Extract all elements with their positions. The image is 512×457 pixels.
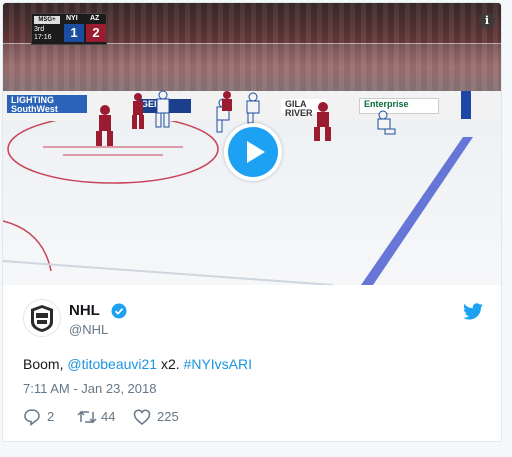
home-score: 1 xyxy=(64,24,84,42)
player-nyi-4 xyxy=(377,110,396,135)
retweet-icon xyxy=(77,410,97,424)
hashtag-link[interactable]: #NYIvsARI xyxy=(184,356,252,372)
player-az-4 xyxy=(314,102,331,141)
player-az-3 xyxy=(222,91,232,111)
period: 3rd xyxy=(34,26,45,33)
game-clock: 3rd 17:16 xyxy=(34,26,62,42)
user-handle[interactable]: @NHL xyxy=(69,322,108,337)
tweet-actions: 2 44 225 xyxy=(23,407,323,427)
embedded-tweet-card[interactable]: LIGHTING SouthWest GEICO GILA RIVER Ente… xyxy=(2,2,502,442)
display-name[interactable]: NHL xyxy=(69,302,100,319)
time-remaining: 17:16 xyxy=(34,34,52,41)
scoreboard: MSG+ NYI AZ 3rd 17:16 1 2 xyxy=(31,13,107,45)
twitter-bird-icon[interactable] xyxy=(463,303,483,320)
reply-icon xyxy=(24,409,40,426)
tweet-text: Boom, @titobeauvi21 x2. #NYIvsARI xyxy=(23,356,252,372)
reply-count: 2 xyxy=(47,409,55,424)
play-button[interactable] xyxy=(224,123,282,181)
tweet-header: NHL @NHL xyxy=(23,299,483,339)
play-icon xyxy=(228,127,278,177)
tweet-text-prefix: Boom, xyxy=(23,356,68,372)
away-score: 2 xyxy=(86,24,106,42)
player-az-1 xyxy=(96,105,113,146)
video-player[interactable]: LIGHTING SouthWest GEICO GILA RIVER Ente… xyxy=(3,3,501,285)
like-icon xyxy=(133,409,151,425)
like-count: 225 xyxy=(157,409,179,424)
verified-icon xyxy=(111,303,127,319)
tweet-timestamp[interactable]: 7:11 AM - Jan 23, 2018 xyxy=(23,381,156,396)
home-team-name: NYI xyxy=(66,15,78,22)
player-nyi-1 xyxy=(155,90,170,128)
player-nyi-3 xyxy=(246,92,260,124)
retweet-count: 44 xyxy=(101,409,116,424)
info-icon[interactable]: i xyxy=(479,13,495,29)
network-logo: MSG+ xyxy=(34,16,60,24)
mention-link[interactable]: @titobeauvi21 xyxy=(67,356,157,372)
tweet-text-mid: x2. xyxy=(157,356,184,372)
away-team-name: AZ xyxy=(90,15,100,22)
nhl-logo-icon[interactable] xyxy=(23,299,61,337)
player-az-2 xyxy=(132,93,144,129)
